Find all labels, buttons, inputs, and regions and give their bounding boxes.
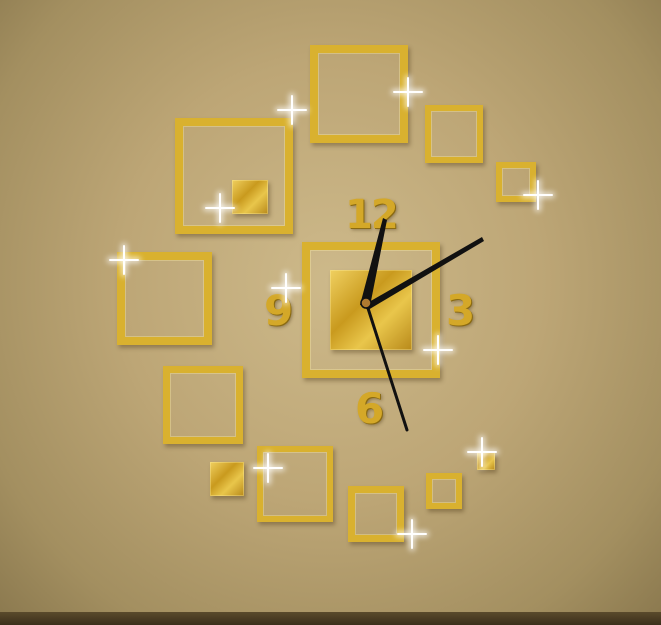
hour-hand <box>360 218 387 306</box>
clock-hands <box>360 218 484 432</box>
floor-strip <box>0 612 661 625</box>
second-hand <box>364 300 409 432</box>
hand-center-cap <box>360 297 372 309</box>
clock-hands-group <box>360 218 484 432</box>
